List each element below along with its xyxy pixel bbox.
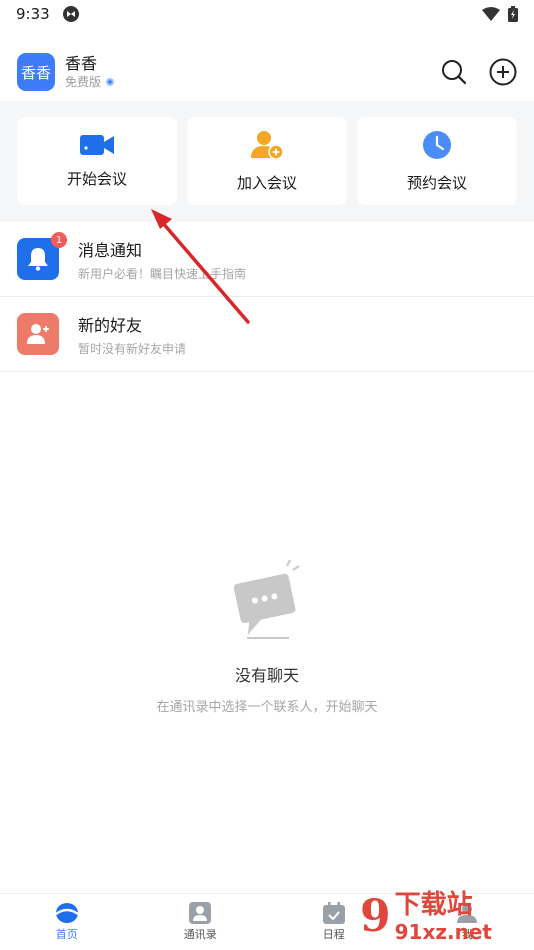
header-actions bbox=[441, 58, 517, 86]
notifications-avatar: 1 bbox=[17, 232, 67, 280]
empty-chat-icon bbox=[233, 560, 300, 639]
list-item-subtitle: 暂时没有新好友申请 bbox=[78, 341, 187, 356]
wifi-icon bbox=[482, 7, 500, 21]
list-item-subtitle: 新用户必看！瞩目快速上手指南 bbox=[78, 266, 247, 281]
home-logo-icon bbox=[55, 903, 79, 923]
tab-label: 通讯录 bbox=[183, 928, 217, 941]
add-circle-icon[interactable] bbox=[489, 58, 517, 86]
new-friends-avatar bbox=[17, 313, 59, 355]
watermark-title: 下载站 bbox=[394, 890, 473, 920]
user-name: 香香 bbox=[65, 54, 98, 73]
tab-label: 日程 bbox=[322, 928, 345, 941]
header: 香香 香香 免费版 bbox=[0, 44, 534, 100]
add-person-icon bbox=[251, 130, 283, 160]
list-item-notifications[interactable]: 1 消息通知 新用户必看！瞩目快速上手指南 bbox=[0, 222, 534, 297]
user-info[interactable]: 香香 免费版 bbox=[65, 54, 115, 90]
tab-home[interactable]: 首页 bbox=[0, 894, 134, 950]
join-meeting-button[interactable]: 加入会议 bbox=[187, 117, 347, 205]
add-friend-icon bbox=[27, 324, 49, 344]
list-item-new-friends[interactable]: 新的好友 暂时没有新好友申请 bbox=[0, 297, 534, 372]
clock-icon bbox=[423, 130, 451, 159]
status-time: 9:33 bbox=[16, 5, 50, 23]
battery-icon bbox=[508, 6, 518, 22]
contacts-icon bbox=[189, 902, 212, 924]
watermark-logo: 9 bbox=[360, 891, 391, 942]
app-notification-icon bbox=[62, 6, 79, 22]
calendar-icon bbox=[322, 902, 345, 924]
tab-contacts[interactable]: 通讯录 bbox=[134, 894, 268, 950]
join-meeting-label: 加入会议 bbox=[236, 173, 297, 192]
watermark-url: 91xz.net bbox=[394, 920, 492, 944]
schedule-meeting-label: 预约会议 bbox=[406, 173, 467, 192]
empty-state-subtitle: 在通讯录中选择一个联系人，开始聊天 bbox=[156, 700, 378, 715]
list-item-title: 消息通知 bbox=[78, 240, 143, 260]
status-bar: 9:33 bbox=[0, 0, 534, 28]
list-item-title: 新的好友 bbox=[78, 315, 143, 335]
search-icon[interactable] bbox=[441, 59, 467, 85]
meeting-actions-panel: 开始会议 加入会议 预约会议 bbox=[0, 101, 534, 222]
start-meeting-label: 开始会议 bbox=[66, 169, 127, 188]
plan-badge-icon bbox=[106, 78, 115, 86]
plan-label: 免费版 bbox=[65, 75, 102, 89]
watermark-text: 下载站 91xz.net bbox=[395, 890, 492, 944]
start-meeting-button[interactable]: 开始会议 bbox=[17, 117, 177, 205]
tab-label: 首页 bbox=[55, 928, 78, 941]
plan-row: 免费版 bbox=[65, 74, 115, 90]
empty-state: 没有聊天 在通讯录中选择一个联系人，开始聊天 bbox=[0, 560, 534, 715]
bell-icon bbox=[28, 248, 48, 271]
avatar[interactable]: 香香 bbox=[17, 53, 55, 91]
empty-state-title: 没有聊天 bbox=[234, 666, 299, 685]
video-camera-icon bbox=[80, 134, 114, 155]
list-item-text: 新的好友 暂时没有新好友申请 bbox=[78, 312, 186, 357]
unread-badge: 1 bbox=[51, 232, 67, 248]
list-item-text: 消息通知 新用户必看！瞩目快速上手指南 bbox=[78, 237, 246, 282]
schedule-meeting-button[interactable]: 预约会议 bbox=[357, 117, 517, 205]
conversation-list: 1 消息通知 新用户必看！瞩目快速上手指南 新的好友 暂时没有新好友申请 bbox=[0, 222, 534, 372]
site-watermark: 9 下载站 91xz.net bbox=[360, 884, 534, 950]
